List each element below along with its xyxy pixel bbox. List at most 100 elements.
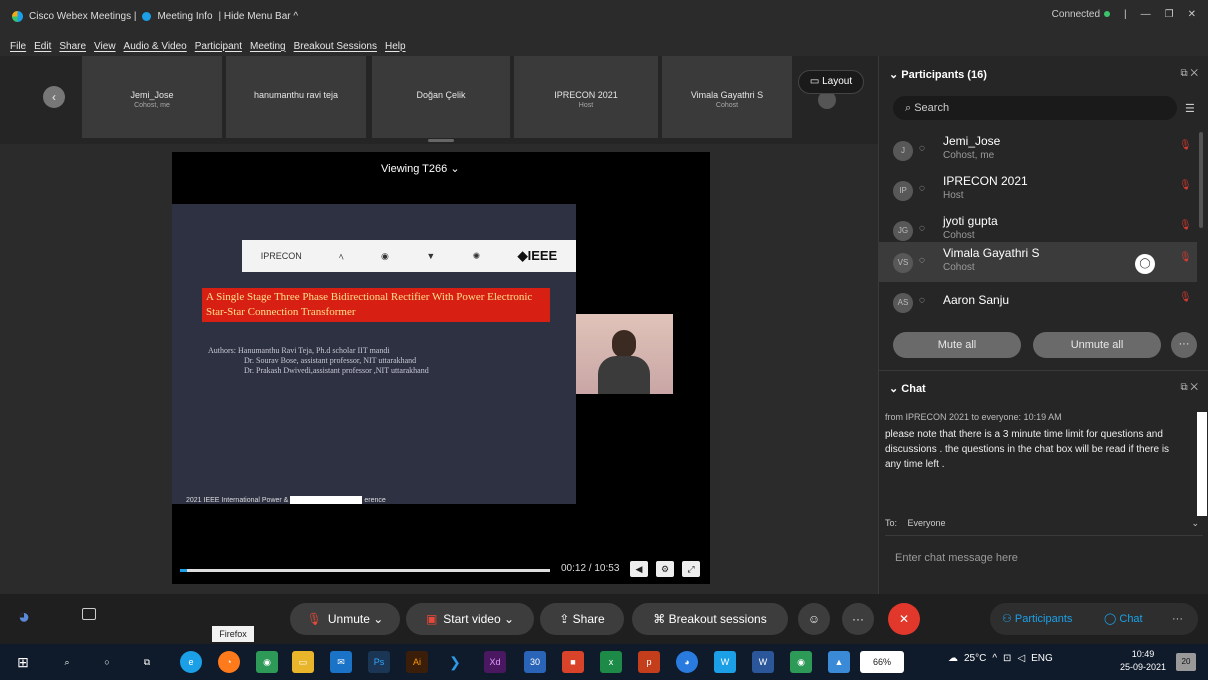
reactions-button[interactable]: ☺ — [798, 603, 830, 635]
more-panels-button[interactable]: ··· — [1172, 603, 1183, 635]
fullscreen-icon[interactable]: ⤢ — [682, 561, 700, 577]
thumb-vimala[interactable]: Vimala Gayathri S Cohost — [662, 56, 792, 138]
participants-header[interactable]: ⌄ Participants (16) — [889, 68, 987, 81]
settings-icon[interactable]: ⚙ — [656, 561, 674, 577]
app-title: Cisco Webex Meetings | — [29, 11, 137, 22]
chat-popout-close[interactable]: ⧉ ✕ — [1180, 382, 1198, 393]
mail-icon[interactable]: ✉ — [330, 651, 352, 673]
task-view-icon[interactable]: ⧉ — [136, 651, 158, 673]
word-icon[interactable]: W — [752, 651, 774, 673]
participant-row[interactable]: IP ◌ IPRECON 2021 Host 🎙 — [879, 170, 1197, 210]
video-seekbar[interactable] — [180, 569, 550, 572]
muted-mic-icon[interactable]: 🎙 — [1179, 292, 1192, 303]
menu-share[interactable]: Share — [59, 41, 86, 52]
more-options-button[interactable]: ··· — [842, 603, 874, 635]
menu-edit[interactable]: Edit — [34, 41, 51, 52]
file-explorer-icon[interactable]: ▭ — [292, 651, 314, 673]
menu-view[interactable]: View — [94, 41, 116, 52]
ieee-logo: ◆IEEE — [517, 248, 558, 263]
avatar: J — [893, 141, 913, 161]
webex-assistant-icon[interactable]: ◕ — [18, 606, 30, 629]
temperature[interactable]: 25°C — [964, 653, 986, 664]
app-icon[interactable]: ◕ — [676, 651, 698, 673]
list-view-icon[interactable]: ☰ — [1185, 102, 1195, 115]
sponsor-logo-icon: ﾍ — [339, 251, 344, 262]
participant-search-input[interactable]: ⌕ Search — [893, 96, 1177, 120]
app-icon[interactable]: 30 — [524, 651, 546, 673]
vscode-icon[interactable]: ❯ — [444, 651, 466, 673]
network-icon[interactable]: ⊡ — [1003, 653, 1011, 664]
share-button[interactable]: ⇪ Share — [540, 603, 624, 635]
participants-popout-close[interactable]: ⧉ ✕ — [1180, 68, 1198, 79]
meeting-info-link[interactable]: Meeting Info — [157, 11, 212, 22]
participant-row[interactable]: VS ◌ Vimala Gayathri S Cohost ◯ 🎙 — [879, 242, 1197, 282]
thumb-dogan-celik[interactable]: Doğan Çelik — [372, 56, 510, 138]
menu-audio-video[interactable]: Audio & Video — [124, 41, 187, 52]
search-icon[interactable]: ⌕ — [56, 651, 78, 673]
cortana-icon[interactable]: ○ — [96, 651, 118, 673]
restore-button[interactable]: ❐ — [1165, 9, 1174, 20]
close-window-button[interactable]: ✕ — [1188, 9, 1196, 20]
edge-icon[interactable]: e — [180, 651, 202, 673]
xd-icon[interactable]: Xd — [484, 651, 506, 673]
menu-breakout[interactable]: Breakout Sessions — [294, 41, 377, 52]
strip-prev-button[interactable]: ‹ — [43, 86, 65, 108]
muted-mic-icon[interactable]: 🎙 — [1179, 220, 1192, 231]
photos-icon[interactable]: ▲ — [828, 651, 850, 673]
mute-all-button[interactable]: Mute all — [893, 332, 1021, 358]
windows-start-icon[interactable]: ⊞ — [12, 651, 34, 673]
chat-bubble-icon[interactable]: ◯ — [1135, 254, 1155, 274]
chat-header[interactable]: ⌄ Chat — [889, 382, 926, 395]
more-options-button[interactable]: ··· — [1171, 332, 1197, 358]
chrome-icon[interactable]: ◉ — [790, 651, 812, 673]
shared-video[interactable]: Viewing T266 ⌄ IPRECON ﾍ ◉ ▼ ✺ ◆IEEE A S… — [172, 152, 710, 584]
minimize-button[interactable]: — — [1141, 9, 1151, 20]
language[interactable]: ENG — [1031, 653, 1053, 664]
menu-file[interactable]: File — [10, 41, 26, 52]
participants-scrollbar[interactable] — [1199, 132, 1203, 228]
thumb-iprecon[interactable]: IPRECON 2021 Host — [514, 56, 658, 138]
chat-scrollbar[interactable] — [1197, 412, 1207, 516]
layout-button[interactable]: ▭ Layout — [798, 70, 864, 94]
menu-participant[interactable]: Participant — [195, 41, 242, 52]
speaker-icon[interactable]: ◁ — [1017, 653, 1025, 664]
overlay-box — [290, 496, 363, 504]
unmute-all-button[interactable]: Unmute all — [1033, 332, 1161, 358]
participants-toggle[interactable]: ⚇ Participants — [1002, 603, 1072, 635]
breakout-sessions-button[interactable]: ⌘ Breakout sessions — [632, 603, 788, 635]
start-video-button[interactable]: ▣ Start video ⌄ — [406, 603, 534, 635]
battery-indicator[interactable]: 66% — [860, 651, 904, 673]
thumb-hanumanthu[interactable]: hanumanthu ravi teja — [226, 56, 366, 138]
strip-resize-handle[interactable] — [428, 139, 454, 142]
chrome-icon[interactable]: ◉ — [256, 651, 278, 673]
excel-icon[interactable]: x — [600, 651, 622, 673]
powerpoint-icon[interactable]: p — [638, 651, 660, 673]
muted-mic-icon[interactable]: 🎙 — [1179, 252, 1192, 263]
notifications-badge[interactable]: 20 — [1176, 653, 1196, 671]
webex-taskbar-icon[interactable]: W — [714, 651, 736, 673]
photoshop-icon[interactable]: Ps — [368, 651, 390, 673]
chat-toggle[interactable]: ◯ Chat — [1104, 603, 1143, 635]
menu-meeting[interactable]: Meeting — [250, 41, 286, 52]
hide-menu-bar-link[interactable]: | Hide Menu Bar ^ — [219, 11, 299, 22]
menu-help[interactable]: Help — [385, 41, 406, 52]
muted-mic-icon[interactable]: 🎙 — [1179, 180, 1192, 191]
thumb-jemi-jose[interactable]: Jemi_Jose Cohost, me — [82, 56, 222, 138]
muted-mic-icon[interactable]: 🎙 — [1179, 140, 1192, 151]
firefox-icon[interactable]: ◔ — [218, 651, 240, 673]
end-meeting-button[interactable]: ✕ — [888, 603, 920, 635]
captions-icon[interactable] — [82, 608, 96, 620]
participant-row[interactable]: J ◌ Jemi_Jose Cohost, me 🎙 — [879, 130, 1197, 170]
clock[interactable]: 10:49 25-09-2021 — [1120, 648, 1166, 674]
chat-recipient-select[interactable]: To: Everyone ⌄ — [885, 518, 1203, 536]
participant-row[interactable]: AS ◌ Aaron Sanju 🎙 — [879, 282, 1197, 322]
unmute-button[interactable]: 🎙 Unmute ⌄ — [290, 603, 400, 635]
volume-icon[interactable]: ◀ — [630, 561, 648, 577]
chat-input[interactable]: Enter chat message here — [895, 552, 1018, 564]
weather-icon[interactable]: ☁ — [948, 653, 958, 664]
illustrator-icon[interactable]: Ai — [406, 651, 428, 673]
webex-logo-icon — [12, 11, 23, 22]
viewing-selector[interactable]: Viewing T266 ⌄ — [381, 162, 460, 175]
office-icon[interactable]: ■ — [562, 651, 584, 673]
chevron-up-icon[interactable]: ^ — [992, 653, 997, 664]
